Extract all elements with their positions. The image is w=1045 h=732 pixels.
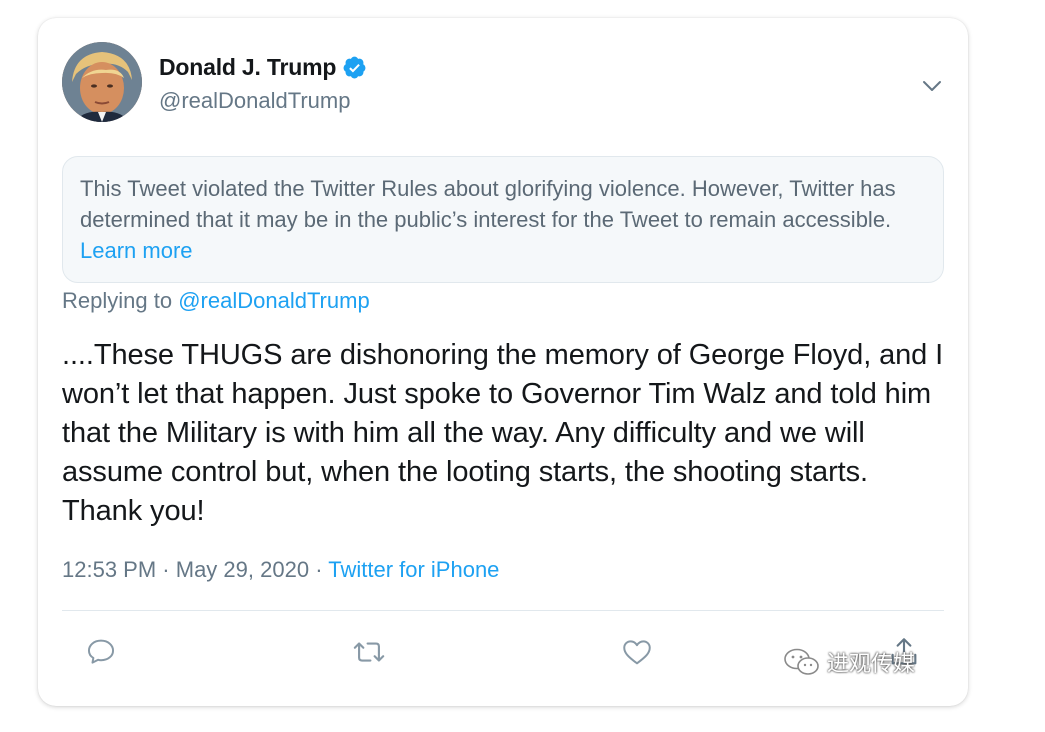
wechat-icon: [784, 648, 819, 675]
tweet-meta: 12:53 PM · May 29, 2020 · Twitter for iP…: [62, 557, 499, 583]
tweet-source-link[interactable]: Twitter for iPhone: [328, 557, 499, 582]
avatar[interactable]: [62, 42, 142, 122]
learn-more-link[interactable]: Learn more: [80, 238, 193, 263]
replying-to: Replying to @realDonaldTrump: [62, 288, 370, 314]
author-name-row[interactable]: Donald J. Trump: [159, 54, 367, 81]
like-icon: [623, 640, 651, 665]
like-button[interactable]: [617, 632, 657, 672]
divider: [62, 610, 944, 611]
reply-icon: [87, 639, 115, 664]
tweet-card: Donald J. Trump @realDonaldTrump This Tw…: [38, 18, 968, 706]
tweet-time[interactable]: 12:53 PM: [62, 557, 156, 582]
replying-prefix: Replying to: [62, 288, 173, 313]
watermark: 进观传媒: [783, 646, 915, 678]
retweet-icon: [353, 642, 385, 662]
tweet-body: ....These THUGS are dishonoring the memo…: [62, 339, 944, 527]
author-handle[interactable]: @realDonaldTrump: [159, 88, 350, 114]
violation-notice: This Tweet violated the Twitter Rules ab…: [62, 156, 944, 283]
retweet-button[interactable]: [349, 632, 389, 672]
meta-separator: ·: [162, 557, 170, 582]
tweet-date[interactable]: May 29, 2020: [176, 557, 309, 582]
notice-text: This Tweet violated the Twitter Rules ab…: [80, 176, 896, 232]
chevron-down-icon[interactable]: [920, 74, 944, 98]
reply-button[interactable]: [81, 632, 121, 672]
verified-badge-icon: [343, 56, 366, 79]
watermark-text: 进观传媒: [827, 651, 916, 676]
author-name[interactable]: Donald J. Trump: [159, 54, 336, 81]
replying-handle-link[interactable]: @realDonaldTrump: [178, 288, 369, 313]
meta-separator: ·: [315, 557, 323, 582]
